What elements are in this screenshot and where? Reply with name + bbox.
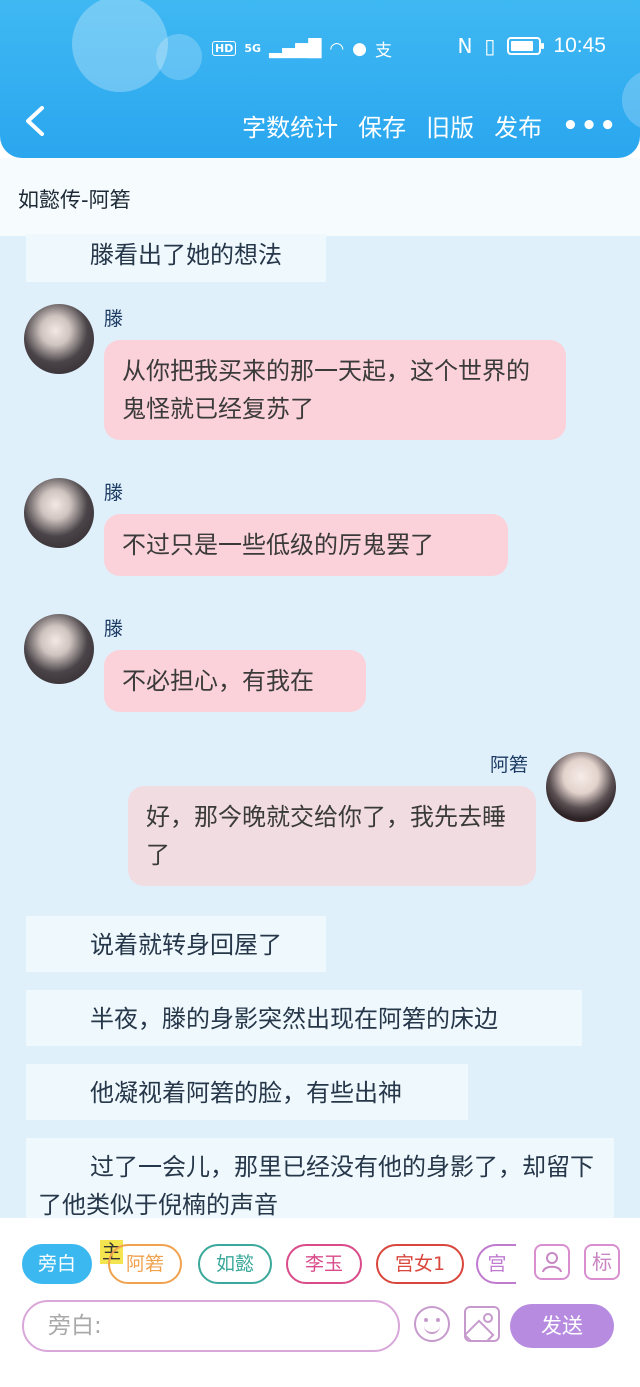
narration-text: 他凝视着阿箬的脸，有些出神 (90, 1079, 402, 1107)
narration-text: 过了一会儿，那里已经没有他的身影了，却留下了他类似于倪楠的声音 (38, 1153, 594, 1219)
signal-icon: ▂▄▆█ (269, 38, 322, 59)
old-version-button[interactable]: 旧版 (426, 108, 474, 143)
alipay-icon: 支 (375, 41, 393, 61)
narration-item[interactable]: 说着就转身回屋了 (26, 916, 326, 972)
role-chip-partial[interactable]: 宫 (476, 1244, 516, 1284)
role-chip-liyu[interactable]: 李玉 (286, 1244, 362, 1284)
nav-actions: 字数统计 保存 旧版 发布 ••• (242, 108, 618, 143)
status-bar: HD 5G ▂▄▆█ ◠ ● 支 N ▯ 10:45 (0, 0, 640, 96)
status-right: N ▯ 10:45 (457, 34, 606, 58)
hd-icon: HD (212, 41, 237, 56)
tag-button[interactable]: 标 (584, 1244, 620, 1280)
doc-title: 如懿传-阿箬 (18, 188, 131, 212)
role-chip-ruyi[interactable]: 如懿 (198, 1244, 272, 1284)
save-button[interactable]: 保存 (358, 108, 406, 143)
network-label: 5G (244, 42, 262, 55)
message-input[interactable]: 旁白: (22, 1300, 400, 1352)
emoji-icon[interactable] (414, 1306, 450, 1342)
nav-bar: 字数统计 保存 旧版 发布 ••• (0, 98, 640, 154)
vibrate-icon: ▯ (484, 34, 496, 58)
speaker-name: 滕 (104, 618, 124, 640)
status-left: HD 5G ▂▄▆█ ◠ ● 支 (212, 36, 392, 61)
avatar[interactable] (546, 752, 616, 822)
wifi-icon: ◠ (329, 38, 345, 59)
dialog-bubble[interactable]: 从你把我买来的那一天起，这个世界的鬼怪就已经复苏了 (104, 340, 566, 440)
dialog-bubble[interactable]: 不过只是一些低级的厉鬼罢了 (104, 514, 508, 576)
narration-text: 半夜，滕的身影突然出现在阿箬的床边 (90, 1005, 498, 1033)
dialog-bubble[interactable]: 不必担心，有我在 (104, 650, 366, 712)
clock: 10:45 (553, 34, 606, 57)
role-chip-aruo[interactable]: 阿箬 (108, 1244, 182, 1284)
more-menu-button[interactable]: ••• (562, 111, 618, 141)
wechat-icon: ● (352, 38, 368, 59)
speaker-name: 滕 (104, 308, 124, 330)
chevron-left-icon (26, 106, 44, 136)
image-icon[interactable] (464, 1306, 500, 1342)
story-content[interactable]: 如懿传-阿箬 滕看出了她的想法 滕 从你把我买来的那一天起，这个世界的鬼怪就已经… (0, 158, 640, 1232)
back-button[interactable] (22, 104, 62, 144)
input-row: 旁白: 发送 (22, 1300, 622, 1352)
nfc-icon: N (457, 34, 473, 58)
send-button[interactable]: 发送 (510, 1304, 614, 1348)
add-role-icon[interactable] (534, 1244, 570, 1280)
word-count-button[interactable]: 字数统计 (242, 108, 338, 143)
avatar[interactable] (24, 304, 94, 374)
publish-button[interactable]: 发布 (494, 108, 542, 143)
narration-text: 滕看出了她的想法 (90, 241, 282, 269)
app-header: HD 5G ▂▄▆█ ◠ ● 支 N ▯ 10:45 字数统计 保存 旧版 发布… (0, 0, 640, 158)
narration-item[interactable]: 他凝视着阿箬的脸，有些出神 (26, 1064, 468, 1120)
narration-item[interactable]: 半夜，滕的身影突然出现在阿箬的床边 (26, 990, 582, 1046)
person-icon (542, 1252, 562, 1273)
role-chips[interactable]: 旁白 主 阿箬 如懿 李玉 宫女1 宫 标 (22, 1240, 622, 1286)
composer-panel: 旁白 主 阿箬 如懿 李玉 宫女1 宫 标 旁白: 发送 (0, 1218, 640, 1387)
avatar[interactable] (24, 614, 94, 684)
narration-text: 说着就转身回屋了 (90, 931, 282, 959)
narration-item[interactable]: 滕看出了她的想法 (26, 234, 326, 282)
speaker-name: 滕 (104, 482, 124, 504)
avatar[interactable] (24, 478, 94, 548)
role-chip-narrator[interactable]: 旁白 (22, 1244, 92, 1284)
doc-title-bar: 如懿传-阿箬 (0, 158, 640, 236)
speaker-name: 阿箬 (490, 754, 529, 776)
role-chip-maid1[interactable]: 宫女1 (376, 1244, 464, 1284)
dialog-bubble[interactable]: 好，那今晚就交给你了，我先去睡了 (128, 786, 536, 886)
battery-icon (507, 37, 545, 55)
